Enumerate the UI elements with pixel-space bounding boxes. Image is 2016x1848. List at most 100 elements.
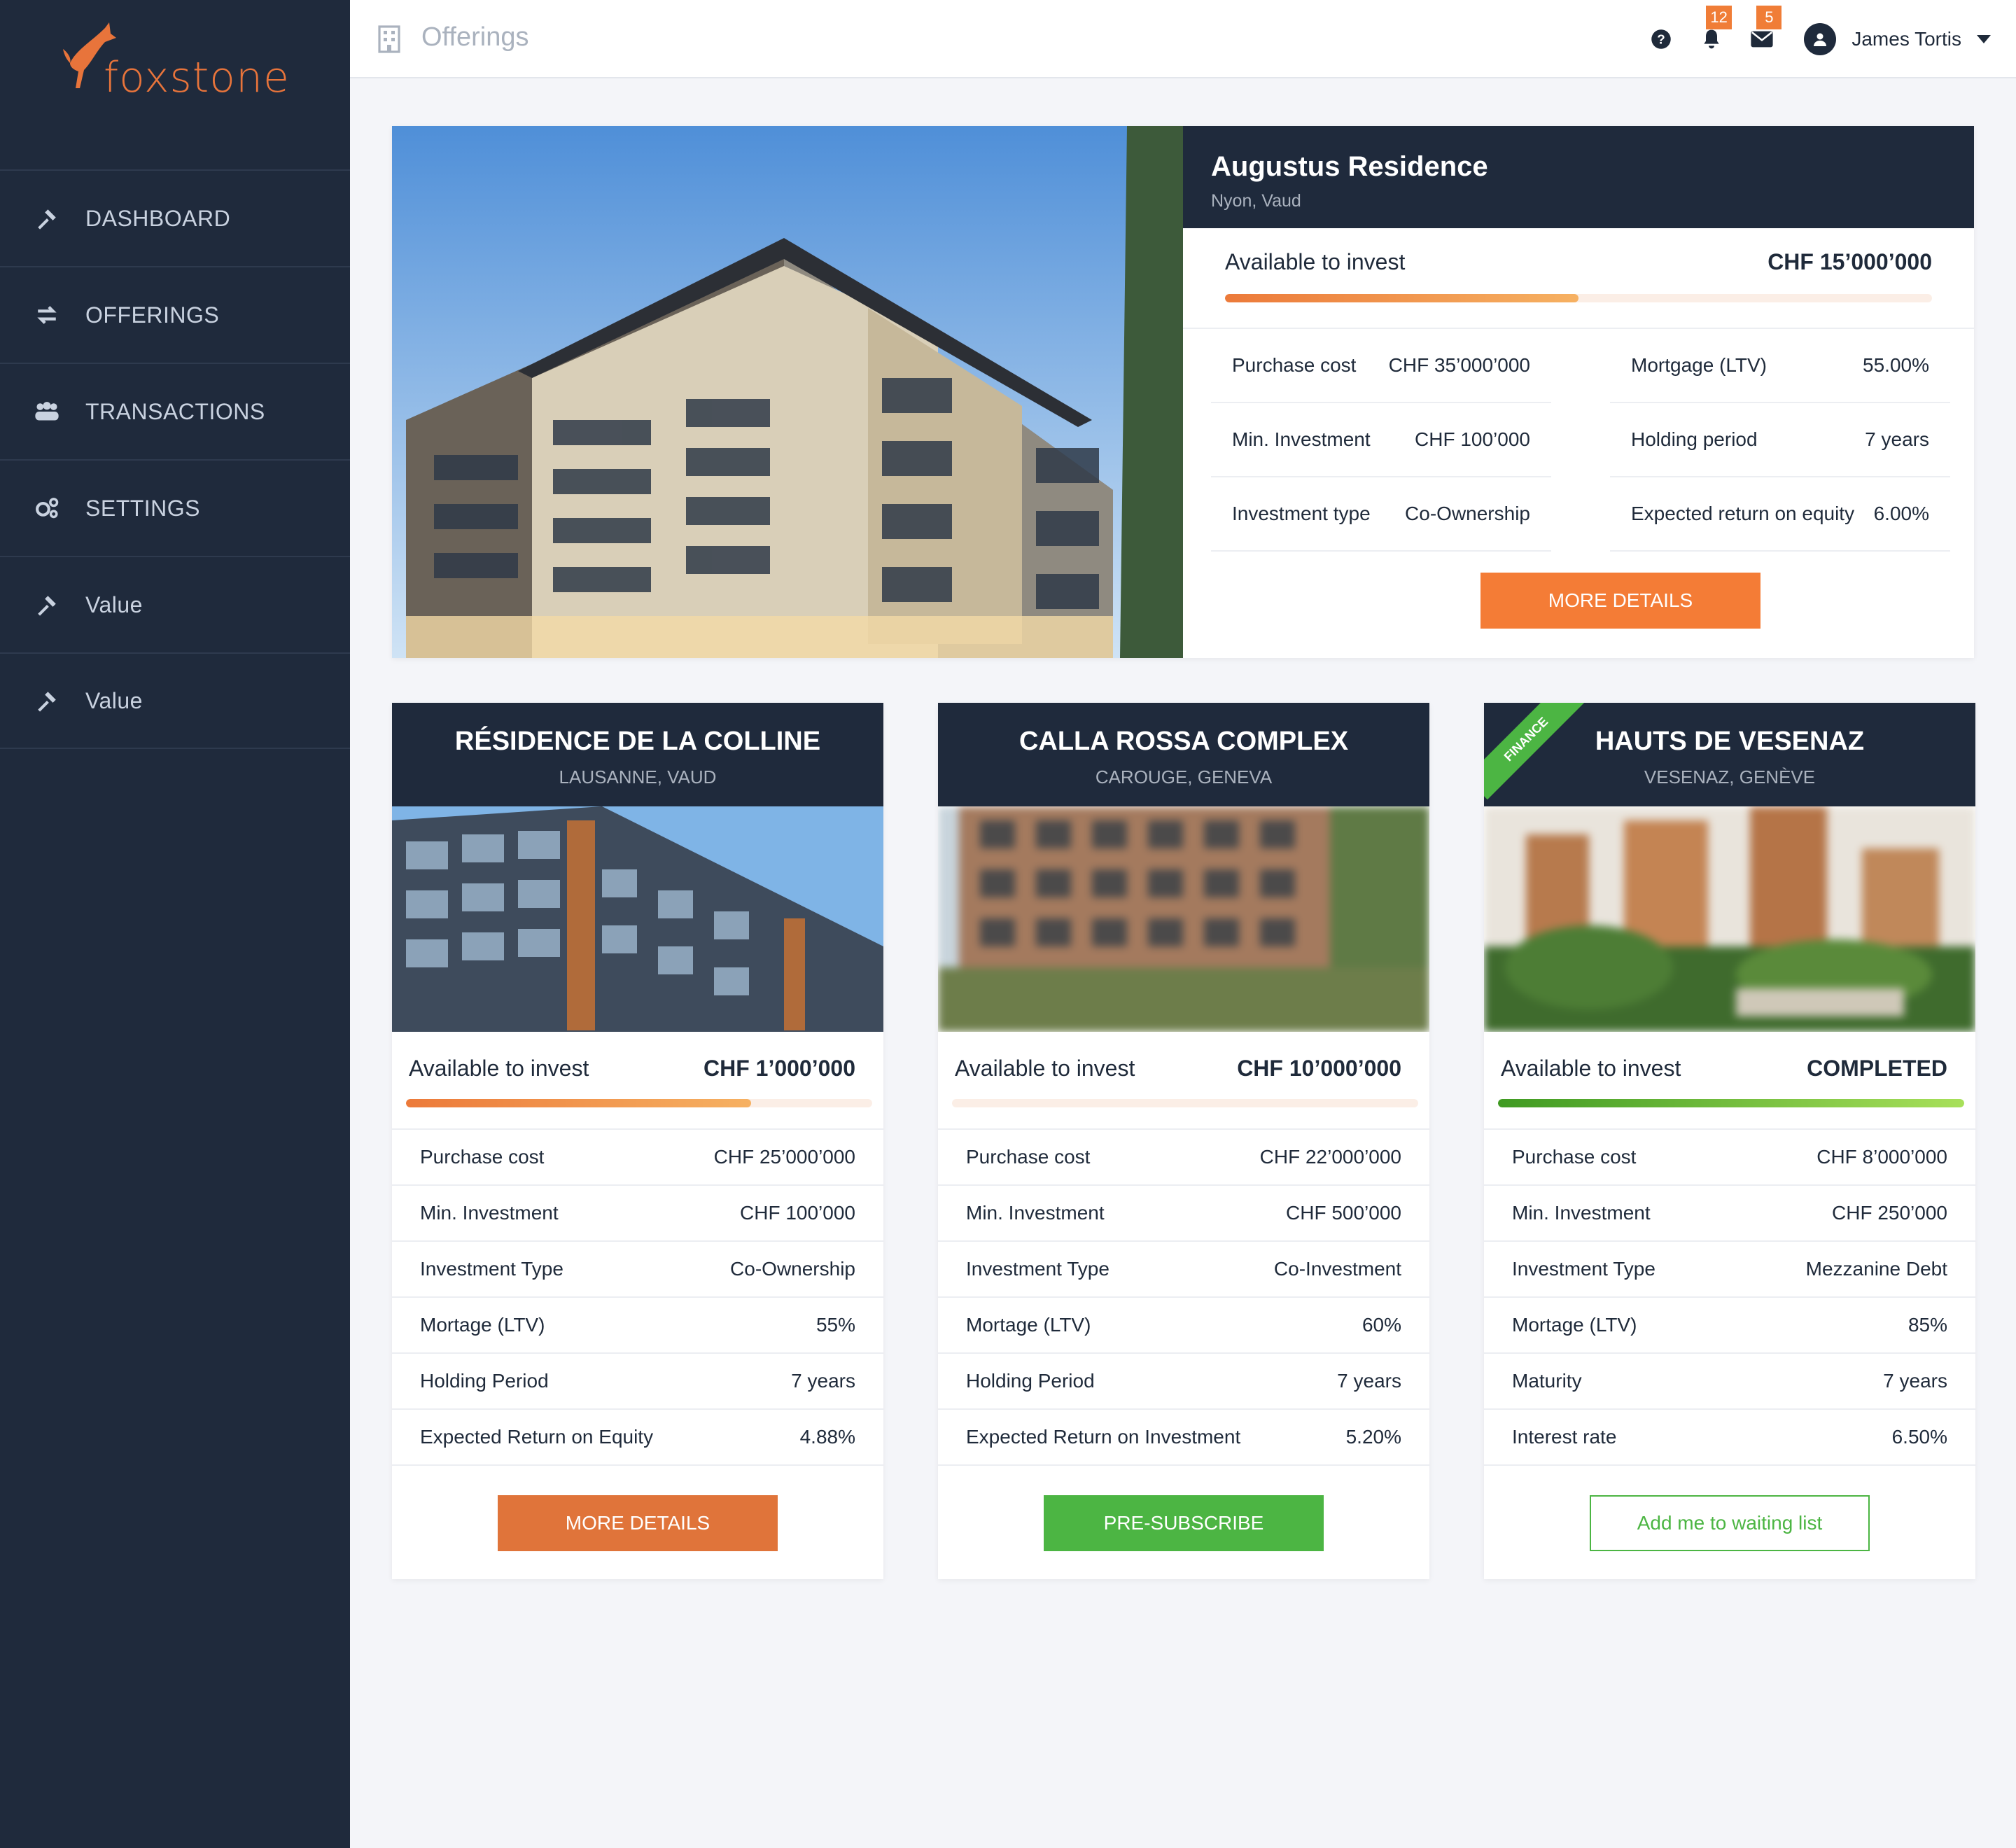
stat-row: Mortage (LTV) 55% [392, 1298, 883, 1354]
foxstone-logo[interactable]: foxstone [63, 21, 301, 105]
stat-label: Investment Type [420, 1258, 564, 1280]
stat-label: Purchase cost [1512, 1146, 1637, 1168]
stat-label: Investment type [1232, 503, 1371, 524]
more-details-button[interactable]: MORE DETAILS [1480, 573, 1760, 629]
stat-row: Investment type Co-Ownership [1211, 477, 1551, 552]
stat-value: 7 years [1337, 1370, 1401, 1392]
stat-label: Expected Return on Equity [420, 1426, 654, 1448]
sidebar-item-label: DASHBOARD [85, 205, 231, 231]
stat-label: Purchase cost [1232, 354, 1357, 376]
top-header: Offerings ? 12 5 James Tortis [350, 0, 2016, 78]
messages-badge: 5 [1756, 6, 1782, 29]
available-label: Available to invest [1225, 249, 1406, 274]
stat-row: Expected return on equity 6.00% [1610, 477, 1950, 552]
stat-value: 5.20% [1345, 1426, 1401, 1448]
card-title: CALLA ROSSA COMPLEX [1018, 727, 1349, 756]
gears-icon [34, 495, 60, 522]
stat-label: Interest rate [1512, 1426, 1617, 1448]
available-label: Available to invest [409, 1056, 589, 1081]
stat-value: CHF 250’000 [1832, 1202, 1947, 1224]
stat-label: Holding Period [966, 1370, 1095, 1392]
user-avatar[interactable] [1804, 23, 1837, 55]
featured-title: Augustus Residence [1211, 151, 1488, 182]
stat-value: 7 years [791, 1370, 855, 1392]
stat-value: CHF 100’000 [740, 1202, 855, 1224]
sidebar: foxstone DASHBOARD OFFERINGS TRANSACTION… [0, 0, 350, 1848]
header-actions: ? 12 5 James Tortis [1625, 0, 1991, 78]
chevron-down-icon[interactable] [1977, 35, 1991, 43]
card-stats: Purchase cost CHF 22’000’000 Min. Investm… [938, 1130, 1429, 1466]
stat-label: Investment Type [966, 1258, 1110, 1280]
messages-envelope-icon[interactable]: 5 [1748, 6, 1782, 53]
gavel-icon [34, 687, 60, 714]
svg-text:?: ? [1658, 31, 1665, 46]
card-location: LAUSANNE, VAUD [559, 766, 717, 788]
progress-fill [1225, 294, 1578, 302]
card-availability: Available to invest CHF 1’000’000 [392, 1032, 883, 1130]
stat-label: Min. Investment [1512, 1202, 1651, 1224]
status-completed: COMPLETED [1807, 1056, 1947, 1081]
card-title: HAUTS DE VESENAZ [1595, 727, 1865, 756]
stat-row: Mortage (LTV) 85% [1484, 1298, 1975, 1354]
featured-building-image [392, 126, 1183, 658]
stat-row: Expected Return on Equity 4.88% [392, 1410, 883, 1466]
sidebar-item-offerings[interactable]: OFFERINGS [0, 266, 350, 363]
stat-value: Co-Ownership [730, 1258, 855, 1280]
available-label: Available to invest [1501, 1056, 1681, 1081]
offering-card-residence-colline: RÉSIDENCE DE LA COLLINE LAUSANNE, VAUD A… [392, 703, 883, 1579]
notifications-bell-icon[interactable]: 12 [1698, 6, 1732, 53]
offering-card-hauts-de-vesenaz: FINANCE HAUTS DE VESENAZ VESENAZ, GENÈVE… [1484, 703, 1975, 1579]
stat-label: Mortage (LTV) [966, 1314, 1091, 1336]
users-icon [34, 398, 60, 425]
card-location: VESENAZ, GENÈVE [1644, 766, 1816, 788]
pre-subscribe-button[interactable]: PRE-SUBSCRIBE [1044, 1495, 1324, 1551]
featured-location: Nyon, Vaud [1211, 191, 1301, 211]
sidebar-item-label: TRANSACTIONS [85, 398, 265, 424]
stat-value: CHF 100’000 [1415, 428, 1530, 450]
help-icon[interactable]: ? [1647, 25, 1675, 53]
sidebar-item-value-2[interactable]: Value [0, 652, 350, 749]
stat-value: CHF 25’000’000 [713, 1146, 855, 1168]
stat-label: Holding Period [420, 1370, 549, 1392]
stat-value: CHF 35’000’000 [1388, 354, 1530, 376]
available-label: Available to invest [955, 1056, 1135, 1081]
featured-offering: Augustus Residence Nyon, Vaud Available … [392, 126, 1974, 658]
stat-value: 6.50% [1891, 1426, 1947, 1448]
more-details-button[interactable]: MORE DETAILS [498, 1495, 778, 1551]
user-name[interactable]: James Tortis [1851, 28, 1961, 50]
waiting-list-button[interactable]: Add me to waiting list [1590, 1495, 1870, 1551]
stat-label: Min. Investment [966, 1202, 1105, 1224]
card-header: CALLA ROSSA COMPLEX CAROUGE, GENEVA [938, 703, 1429, 806]
exchange-icon [34, 302, 60, 328]
card-building-image [938, 806, 1429, 1032]
progress-bar [1498, 1099, 1964, 1107]
stat-row: Mortage (LTV) 60% [938, 1298, 1429, 1354]
notifications-badge: 12 [1706, 6, 1732, 29]
stat-row: Holding Period 7 years [938, 1354, 1429, 1410]
stat-value: 55.00% [1863, 354, 1929, 376]
stat-row: Holding Period 7 years [392, 1354, 883, 1410]
progress-fill [406, 1099, 751, 1107]
progress-bar [406, 1099, 872, 1107]
card-availability: Available to invest CHF 10’000’000 [938, 1032, 1429, 1130]
featured-availability: Available to invest CHF 15’000’000 [1183, 228, 1974, 329]
stat-row: Investment Type Co-Ownership [392, 1242, 883, 1298]
stat-label: Purchase cost [966, 1146, 1091, 1168]
stat-row: Min. Investment CHF 100’000 [392, 1186, 883, 1242]
stat-label: Min. Investment [420, 1202, 559, 1224]
stat-row: Min. Investment CHF 250’000 [1484, 1186, 1975, 1242]
stat-row: Maturity 7 years [1484, 1354, 1975, 1410]
available-amount: CHF 1’000’000 [703, 1056, 855, 1081]
card-stats: Purchase cost CHF 8’000’000 Min. Investme… [1484, 1130, 1975, 1466]
stat-row: Purchase cost CHF 8’000’000 [1484, 1130, 1975, 1186]
sidebar-nav: DASHBOARD OFFERINGS TRANSACTIONS SETTING… [0, 169, 350, 749]
progress-fill [1498, 1099, 1964, 1107]
available-amount: CHF 10’000’000 [1237, 1056, 1401, 1081]
sidebar-item-value[interactable]: Value [0, 556, 350, 652]
sidebar-item-settings[interactable]: SETTINGS [0, 459, 350, 556]
sidebar-item-transactions[interactable]: TRANSACTIONS [0, 363, 350, 459]
stat-row: Investment Type Co-Investment [938, 1242, 1429, 1298]
stat-label: Mortgage (LTV) [1631, 354, 1767, 376]
stat-label: Investment Type [1512, 1258, 1656, 1280]
sidebar-item-dashboard[interactable]: DASHBOARD [0, 169, 350, 266]
